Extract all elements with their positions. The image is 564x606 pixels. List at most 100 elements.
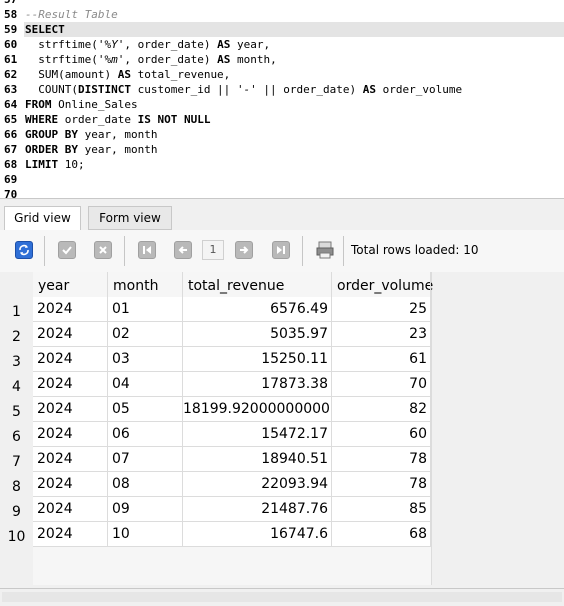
table-cell-order-volume[interactable]: 70 — [332, 372, 431, 397]
code-token: order_date — [58, 113, 138, 126]
table-cell-month[interactable]: 08 — [108, 472, 183, 497]
code-line[interactable]: 70 — [0, 187, 564, 198]
table-cell-order-volume[interactable]: 60 — [332, 422, 431, 447]
column-divider[interactable] — [107, 272, 108, 297]
row-number[interactable]: 2 — [0, 322, 33, 347]
code-token: SUM(amount) — [25, 68, 118, 81]
result-grid[interactable]: year month total_revenue order_volume 1 2024 0… — [0, 272, 564, 588]
code-token: '-' — [236, 83, 257, 96]
table-cell-order-volume[interactable]: 61 — [332, 347, 431, 372]
row-number[interactable]: 4 — [0, 372, 33, 397]
code-line[interactable]: 64 FROM Online_Sales — [0, 97, 564, 112]
table-cell-total-revenue[interactable]: 5035.97 — [183, 322, 332, 347]
table-cell-year[interactable]: 2024 — [33, 497, 108, 522]
column-header-total-revenue[interactable]: total_revenue — [188, 276, 332, 296]
table-cell-year[interactable]: 2024 — [33, 472, 108, 497]
grid-toolbar: 1 Total rows loaded: 10 — [0, 230, 564, 273]
table-cell-year[interactable]: 2024 — [33, 372, 108, 397]
row-number[interactable]: 7 — [0, 447, 33, 472]
table-cell-month[interactable]: 03 — [108, 347, 183, 372]
code-token: AS — [117, 68, 131, 81]
tab-form-view[interactable]: Form view — [88, 206, 172, 230]
code-line[interactable]: 68 LIMIT 10; — [0, 157, 564, 172]
table-cell-year[interactable]: 2024 — [33, 447, 108, 472]
code-text: GROUP BY year, month — [25, 127, 157, 142]
table-cell-year[interactable]: 2024 — [33, 422, 108, 447]
table-cell-total-revenue[interactable]: 6576.49 — [183, 297, 332, 322]
column-header-year[interactable]: year — [38, 276, 108, 296]
table-cell-total-revenue[interactable]: 16747.6 — [183, 522, 332, 547]
table-cell-order-volume[interactable]: 68 — [332, 522, 431, 547]
table-cell-total-revenue[interactable]: 15250.11 — [183, 347, 332, 372]
table-cell-month[interactable]: 10 — [108, 522, 183, 547]
tab-grid-view[interactable]: Grid view — [4, 206, 81, 230]
first-page-icon[interactable] — [138, 241, 156, 259]
line-number: 70 — [4, 188, 18, 198]
table-cell-order-volume[interactable]: 85 — [332, 497, 431, 522]
code-line[interactable]: 61 strftime('%m', order_date) AS month, — [0, 52, 564, 67]
table-cell-month[interactable]: 05 — [108, 397, 183, 422]
row-number[interactable]: 10 — [0, 522, 33, 547]
next-page-icon[interactable] — [235, 241, 253, 259]
last-page-icon[interactable] — [272, 241, 290, 259]
column-divider[interactable] — [331, 272, 332, 297]
column-divider[interactable] — [430, 272, 431, 297]
rollback-icon[interactable] — [94, 241, 112, 259]
table-cell-total-revenue[interactable]: 21487.76 — [183, 497, 332, 522]
row-number[interactable]: 1 — [0, 297, 33, 322]
table-cell-month[interactable]: 09 — [108, 497, 183, 522]
code-line[interactable]: 67 ORDER BY year, month — [0, 142, 564, 157]
scrollbar-track[interactable] — [2, 592, 562, 602]
code-text: WHERE order_date IS NOT NULL — [25, 112, 210, 127]
table-cell-total-revenue[interactable]: 17873.38 — [183, 372, 332, 397]
table-cell-total-revenue[interactable]: 15472.17 — [183, 422, 332, 447]
table-cell-total-revenue[interactable]: 18199.920000000002 — [183, 397, 332, 422]
column-divider[interactable] — [182, 272, 183, 297]
code-line[interactable]: 58 --Result Table — [0, 7, 564, 22]
table-cell-year[interactable]: 2024 — [33, 522, 108, 547]
table-cell-order-volume[interactable]: 78 — [332, 447, 431, 472]
refresh-icon[interactable] — [15, 241, 33, 259]
sql-editor[interactable]: 5758--Result Table59SELECT60 strftime('%… — [0, 0, 564, 198]
table-cell-month[interactable]: 07 — [108, 447, 183, 472]
row-number[interactable]: 9 — [0, 497, 33, 522]
table-cell-order-volume[interactable]: 25 — [332, 297, 431, 322]
table-cell-month[interactable]: 04 — [108, 372, 183, 397]
table-cell-order-volume[interactable]: 82 — [332, 397, 431, 422]
code-line[interactable]: 62 SUM(amount) AS total_revenue, — [0, 67, 564, 82]
code-line[interactable]: 63 COUNT(DISTINCT customer_id || '-' || … — [0, 82, 564, 97]
table-cell-year[interactable]: 2024 — [33, 322, 108, 347]
prev-page-icon[interactable] — [174, 241, 192, 259]
table-cell-year[interactable]: 2024 — [33, 397, 108, 422]
toolbar-separator — [124, 236, 125, 266]
horizontal-scrollbar[interactable] — [0, 588, 564, 606]
code-text: --Result Table — [25, 7, 118, 22]
row-number[interactable]: 6 — [0, 422, 33, 447]
table-cell-month[interactable]: 02 — [108, 322, 183, 347]
table-cell-total-revenue[interactable]: 18940.51 — [183, 447, 332, 472]
commit-icon[interactable] — [58, 241, 76, 259]
table-cell-order-volume[interactable]: 78 — [332, 472, 431, 497]
column-header-month[interactable]: month — [113, 276, 183, 296]
table-cell-total-revenue[interactable]: 22093.94 — [183, 472, 332, 497]
code-line[interactable]: 66 GROUP BY year, month — [0, 127, 564, 142]
table-cell-order-volume[interactable]: 23 — [332, 322, 431, 347]
row-number[interactable]: 5 — [0, 397, 33, 422]
line-number: 61 — [4, 53, 18, 66]
code-token: --Result Table — [25, 8, 118, 21]
export-icon[interactable] — [315, 240, 335, 260]
page-number-field[interactable]: 1 — [202, 240, 224, 260]
row-number[interactable]: 8 — [0, 472, 33, 497]
code-line[interactable]: 57 — [0, 0, 564, 7]
table-cell-month[interactable]: 01 — [108, 297, 183, 322]
table-cell-month[interactable]: 06 — [108, 422, 183, 447]
code-line[interactable]: 65 WHERE order_date IS NOT NULL — [0, 112, 564, 127]
code-token: year, month — [77, 143, 158, 156]
code-line[interactable]: 59 SELECT — [0, 22, 564, 37]
code-line[interactable]: 69 — [0, 172, 564, 187]
table-cell-year[interactable]: 2024 — [33, 297, 108, 322]
column-header-order-volume[interactable]: order_volume — [337, 276, 433, 296]
table-cell-year[interactable]: 2024 — [33, 347, 108, 372]
code-line[interactable]: 60 strftime('%Y', order_date) AS year, — [0, 37, 564, 52]
row-number[interactable]: 3 — [0, 347, 33, 372]
